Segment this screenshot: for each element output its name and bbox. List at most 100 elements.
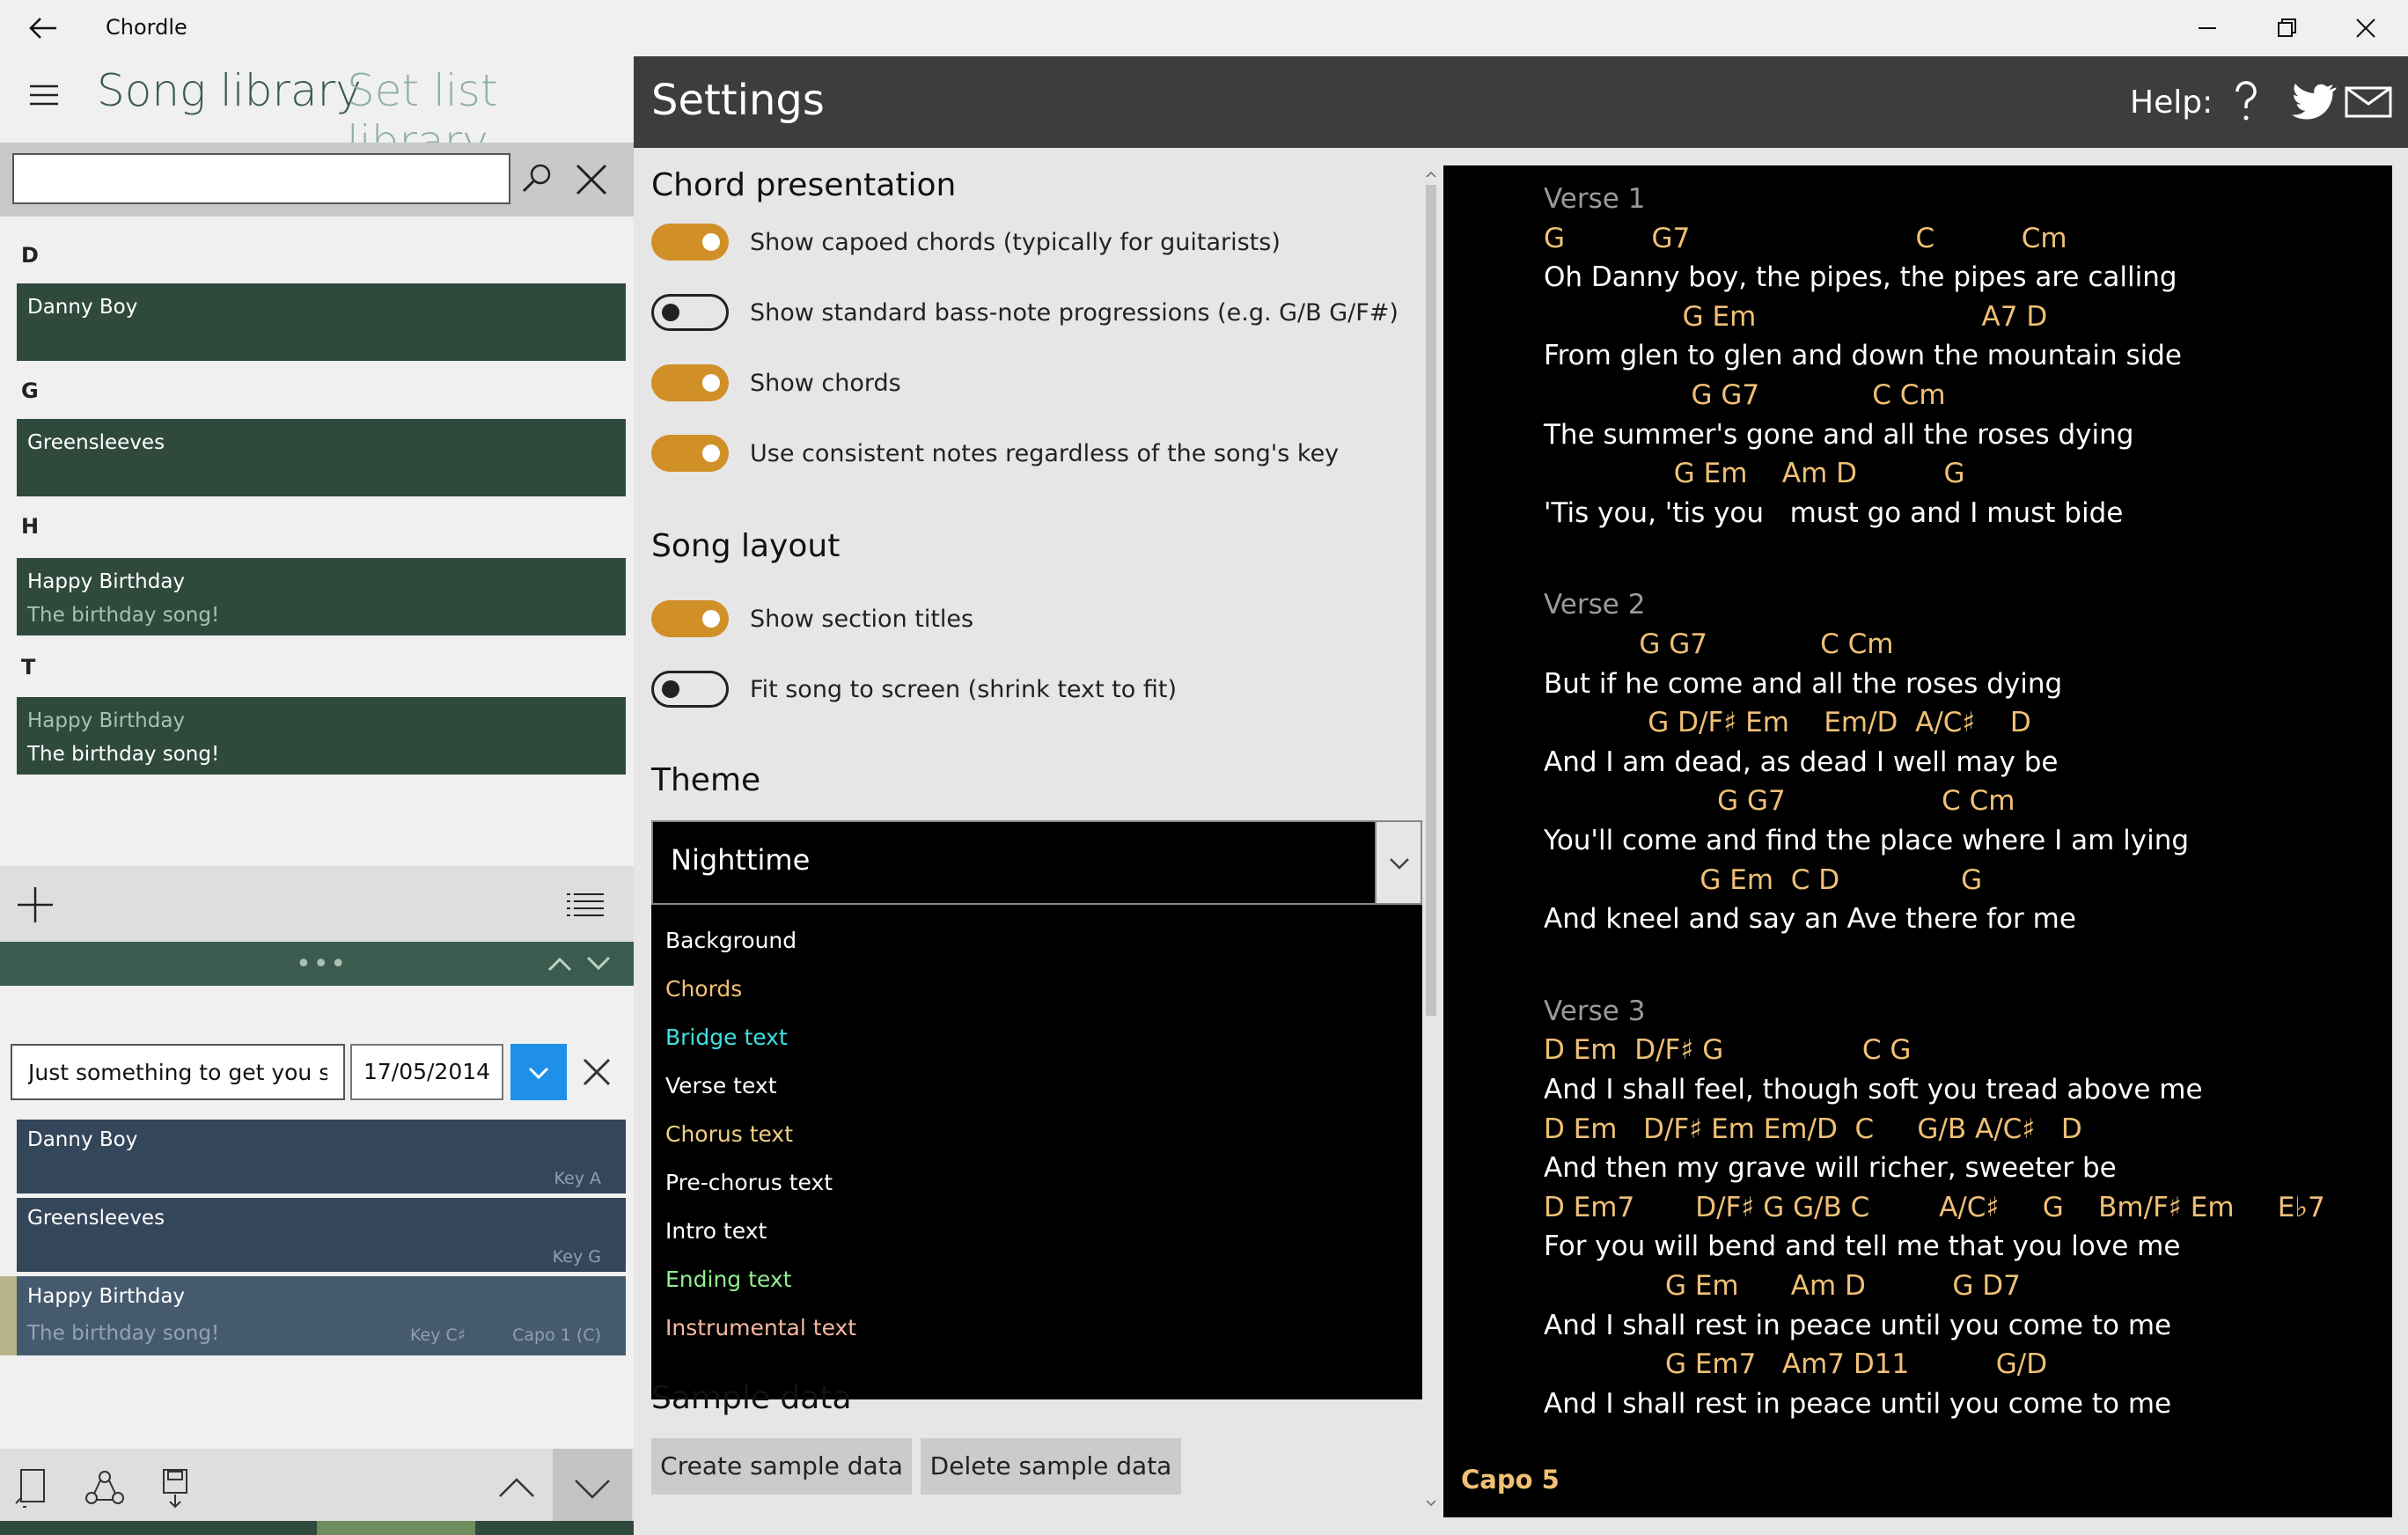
- setlist-item-danny-boy[interactable]: Danny Boy Key A: [17, 1120, 626, 1193]
- scroll-down-arrow[interactable]: [1424, 1496, 1438, 1510]
- preview-title-line: Verse 2: [1544, 589, 1646, 621]
- song-title: Danny Boy: [27, 296, 138, 319]
- preview-lyric-line: The summer's gone and all the roses dyin…: [1544, 419, 2134, 451]
- song-item-danny-boy[interactable]: Danny Boy: [17, 283, 626, 361]
- nav-settings[interactable]: [317, 1521, 475, 1535]
- help-button[interactable]: [2223, 76, 2269, 129]
- theme-item-pre-chorus-text[interactable]: Pre-chorus text: [665, 1170, 833, 1195]
- preview-chord-line: G G7 C Cm: [1544, 223, 2067, 254]
- toggle-show-capoed-chords[interactable]: [651, 224, 729, 261]
- theme-item-chorus-text[interactable]: Chorus text: [665, 1121, 793, 1147]
- preview-lyric-line: From glen to glen and down the mountain …: [1544, 340, 2183, 371]
- theme-selected-value: Nighttime: [671, 843, 811, 877]
- theme-item-ending-text[interactable]: Ending text: [665, 1267, 791, 1292]
- toggle-consistent-notes[interactable]: [651, 435, 729, 472]
- share-icon: [85, 1471, 124, 1504]
- clear-search-button[interactable]: [567, 155, 616, 204]
- search-bar: [0, 143, 634, 217]
- move-down-button[interactable]: [553, 1449, 632, 1528]
- search-button[interactable]: [514, 157, 558, 201]
- setlist-item-happy-birthday[interactable]: Happy Birthday The birthday song! Key C♯…: [17, 1276, 626, 1355]
- toggle-show-chords[interactable]: [651, 364, 729, 401]
- add-song-button[interactable]: [12, 882, 58, 928]
- preview-chord-line: G G7 C Cm: [1544, 379, 1946, 411]
- new-setlist-button[interactable]: [11, 1465, 58, 1512]
- preview-chord-line: G D/F♯ Em Em/D A/C♯ D: [1544, 707, 2031, 738]
- list-view-button[interactable]: [563, 884, 607, 928]
- theme-item-background[interactable]: Background: [665, 928, 797, 953]
- nav-songs[interactable]: [0, 1521, 158, 1535]
- chevron-down-icon: [528, 1067, 549, 1080]
- expand-up-button[interactable]: [544, 951, 576, 977]
- preview-chord-line: G Em C D G: [1544, 864, 1983, 896]
- song-item-happy-birthday-alt[interactable]: Happy Birthday The birthday song!: [17, 697, 626, 775]
- preview-chord-line: G G7 C Cm: [1544, 628, 1894, 660]
- new-document-icon: [15, 1469, 45, 1508]
- setlist-header: 17/05/2014: [0, 986, 634, 1113]
- tab-song-library[interactable]: Song library: [97, 65, 362, 116]
- save-setlist-button[interactable]: [151, 1465, 199, 1512]
- setlist-item-title: Greensleeves: [27, 1207, 165, 1230]
- panel-splitter[interactable]: •••: [0, 942, 634, 986]
- delete-sample-data-button[interactable]: Delete sample data: [921, 1438, 1181, 1495]
- group-letter: D: [21, 243, 39, 268]
- settings-header: Settings Help:: [634, 56, 2408, 148]
- title-bar: Chordle: [0, 0, 2408, 56]
- back-button[interactable]: [25, 9, 63, 48]
- chevron-up-icon: [547, 957, 572, 972]
- preview-title-line: Verse 3: [1544, 995, 1646, 1027]
- preview-chord-line: G Em Am D G D7: [1544, 1270, 2021, 1302]
- minimize-button[interactable]: [2181, 7, 2234, 49]
- library-toolbar: [0, 866, 634, 942]
- song-title: Greensleeves: [27, 431, 165, 454]
- menu-button[interactable]: [26, 77, 62, 113]
- toggle-fit-song-to-screen[interactable]: [651, 671, 729, 708]
- move-up-button[interactable]: [493, 1465, 540, 1512]
- theme-item-instrumental-text[interactable]: Instrumental text: [665, 1315, 856, 1340]
- help-label: Help:: [2130, 84, 2213, 121]
- close-window-button[interactable]: [2339, 7, 2392, 49]
- theme-item-bridge-text[interactable]: Bridge text: [665, 1025, 788, 1050]
- scroll-up-arrow[interactable]: [1424, 167, 1438, 181]
- theme-dropdown[interactable]: Nighttime: [651, 820, 1422, 905]
- minimize-icon: [2199, 27, 2216, 29]
- twitter-button[interactable]: [2288, 79, 2338, 125]
- close-setlist-button[interactable]: [574, 1049, 620, 1095]
- settings-panel: Settings Help: Chord presentation Show c…: [634, 56, 2408, 1535]
- expand-down-button[interactable]: [583, 951, 614, 977]
- twitter-icon: [2292, 84, 2337, 120]
- song-item-happy-birthday[interactable]: Happy Birthday The birthday song!: [17, 558, 626, 635]
- restore-button[interactable]: [2260, 7, 2313, 49]
- theme-dropdown-button[interactable]: [1375, 822, 1421, 903]
- setlist-name-input[interactable]: [11, 1044, 345, 1100]
- toggle-label: Show chords: [750, 370, 901, 397]
- email-button[interactable]: [2343, 81, 2394, 123]
- song-title: Happy Birthday: [27, 709, 186, 732]
- date-picker-button[interactable]: [510, 1044, 567, 1100]
- create-sample-data-button[interactable]: Create sample data: [651, 1438, 912, 1495]
- preview-lyric-line: For you will bend and tell me that you l…: [1544, 1230, 2181, 1262]
- toggle-show-section-titles[interactable]: [651, 600, 729, 637]
- scroll-thumb[interactable]: [1426, 185, 1436, 1016]
- preview-lyric-line: And I shall rest in peace until you come…: [1544, 1310, 2172, 1341]
- song-subtitle: The birthday song!: [27, 743, 220, 766]
- chevron-down-icon: [1390, 858, 1409, 870]
- song-item-greensleeves[interactable]: Greensleeves: [17, 419, 626, 496]
- setlist-item-greensleeves[interactable]: Greensleeves Key G: [17, 1198, 626, 1272]
- theme-item-intro-text[interactable]: Intro text: [665, 1218, 767, 1244]
- preview-chord-line: D Em D/F♯ Em Em/D C G/B A/C♯ D: [1544, 1113, 2082, 1145]
- bottom-nav: [0, 1521, 634, 1535]
- share-setlist-button[interactable]: [81, 1465, 128, 1512]
- nav-online[interactable]: [158, 1521, 317, 1535]
- settings-scrollbar[interactable]: [1422, 165, 1440, 1512]
- toggle-label: Show section titles: [750, 606, 974, 633]
- preview-lyric-line: You'll come and find the place where I a…: [1544, 825, 2190, 856]
- search-input[interactable]: [12, 153, 510, 204]
- theme-item-chords[interactable]: Chords: [665, 976, 742, 1002]
- setlist-date-field[interactable]: 17/05/2014: [350, 1044, 503, 1100]
- drag-handle[interactable]: •••: [296, 949, 348, 980]
- theme-item-verse-text[interactable]: Verse text: [665, 1073, 777, 1098]
- toggle-bass-note-progressions[interactable]: [651, 294, 729, 331]
- nav-sync[interactable]: [475, 1521, 634, 1535]
- section-heading-chord-presentation: Chord presentation: [651, 167, 957, 203]
